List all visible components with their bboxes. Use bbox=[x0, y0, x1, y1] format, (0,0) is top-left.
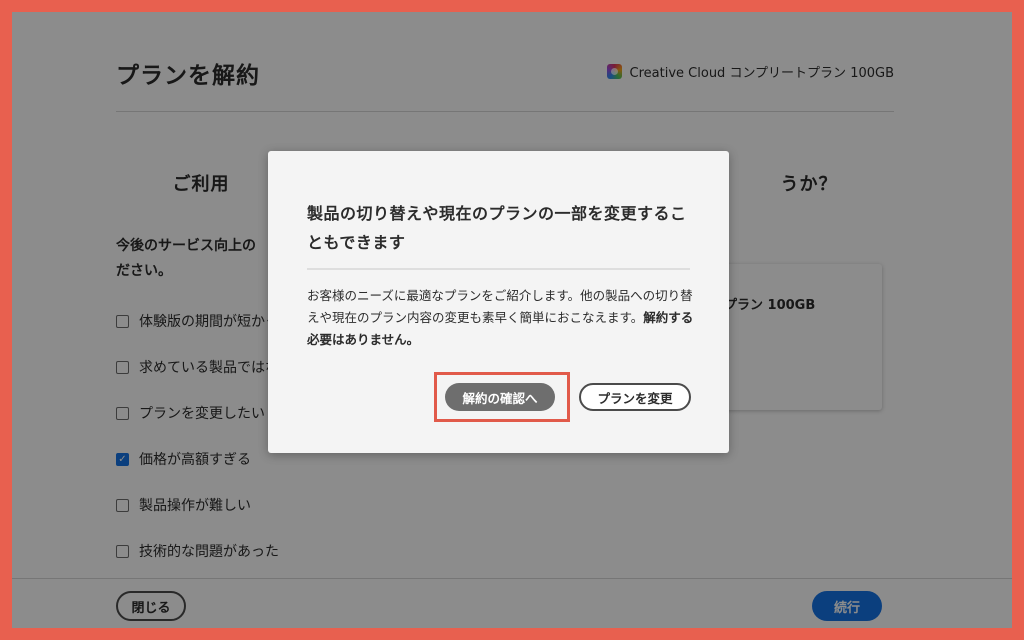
page-frame: プランを解約 Creative Cloud コンプリートプラン 100GB ご利… bbox=[12, 12, 1012, 628]
modal-divider bbox=[307, 268, 690, 270]
modal-body-text: お客様のニーズに最適なプランをご紹介します。他の製品への切り替えや現在のプラン内… bbox=[307, 288, 693, 325]
confirm-cancellation-button[interactable]: 解約の確認へ bbox=[445, 383, 555, 411]
change-plan-button[interactable]: プランを変更 bbox=[579, 383, 691, 411]
modal-body: お客様のニーズに最適なプランをご紹介します。他の製品への切り替えや現在のプラン内… bbox=[307, 285, 697, 351]
modal-dialog: 製品の切り替えや現在のプランの一部を変更することもできます お客様のニーズに最適… bbox=[268, 151, 729, 453]
modal-title: 製品の切り替えや現在のプランの一部を変更することもできます bbox=[307, 204, 687, 252]
